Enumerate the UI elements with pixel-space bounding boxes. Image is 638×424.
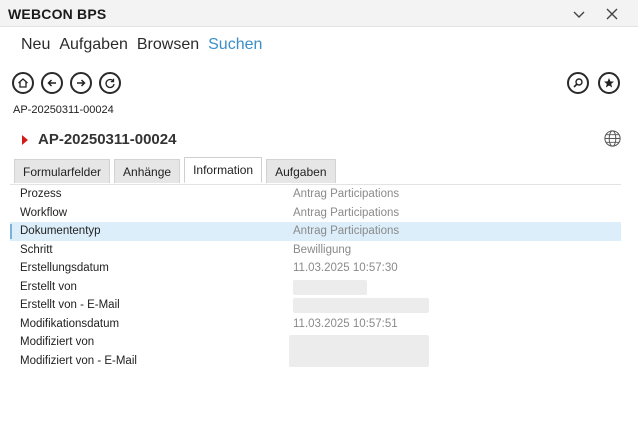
- row-label: Prozess: [20, 188, 62, 201]
- info-row-modifiziert-von[interactable]: Modifiziert von: [10, 333, 621, 367]
- close-button[interactable]: [601, 3, 623, 25]
- info-row-erstellt-von-email[interactable]: Erstellt von - E-Mail: [10, 296, 621, 315]
- info-row-dokumententyp[interactable]: Dokumententyp Antrag Participations: [10, 222, 621, 241]
- close-icon: [606, 8, 618, 20]
- home-icon: [18, 78, 28, 88]
- refresh-button[interactable]: [99, 72, 121, 94]
- right-toolbar: [567, 72, 620, 94]
- tab-bar: Formularfelder Anhänge Information Aufga…: [14, 157, 336, 183]
- menu-item-aufgaben[interactable]: Aufgaben: [59, 36, 128, 54]
- menu-item-browsen[interactable]: Browsen: [137, 36, 199, 54]
- tab-information[interactable]: Information: [184, 157, 263, 183]
- document-title: AP-20250311-00024: [38, 131, 177, 148]
- tab-aufgaben[interactable]: Aufgaben: [266, 159, 336, 183]
- row-value: Antrag Participations: [293, 225, 400, 238]
- content-area: Neu Aufgaben Browsen Suchen AP-20250311-…: [0, 27, 638, 424]
- title-bar: WEBCON BPS: [0, 0, 638, 27]
- row-value: Bewilligung: [293, 243, 352, 256]
- favorite-button[interactable]: [598, 72, 620, 94]
- info-row-modifikationsdatum[interactable]: Modifikationsdatum 11.03.2025 10:57:51: [10, 315, 621, 334]
- row-value: 11.03.2025 10:57:51: [293, 317, 398, 330]
- tab-anhaenge[interactable]: Anhänge: [114, 159, 181, 183]
- row-label: Erstellt von: [20, 280, 77, 293]
- refresh-icon: [105, 78, 115, 89]
- info-row-prozess[interactable]: Prozess Antrag Participations: [10, 185, 621, 204]
- row-label: Workflow: [20, 206, 68, 219]
- row-label: Modifikationsdatum: [20, 317, 120, 330]
- row-value: Antrag Participations: [293, 206, 400, 219]
- row-value: Antrag Participations: [293, 188, 400, 201]
- info-row-modifiziert-von-email[interactable]: Modifiziert von - E-Mail: [10, 352, 621, 371]
- app-title: WEBCON BPS: [8, 6, 107, 22]
- tab-formularfelder[interactable]: Formularfelder: [14, 159, 111, 183]
- forward-icon: [77, 79, 86, 87]
- information-grid: Prozess Antrag Participations Workflow A…: [10, 184, 621, 424]
- redacted-value: [293, 298, 429, 313]
- minimize-button[interactable]: [568, 3, 590, 25]
- main-menu: Neu Aufgaben Browsen Suchen: [21, 36, 271, 54]
- redacted-value: [293, 279, 367, 295]
- triangle-right-icon[interactable]: [22, 134, 28, 145]
- search-button[interactable]: [567, 72, 589, 94]
- row-label: Erstellt von - E-Mail: [20, 299, 120, 312]
- star-icon: [604, 78, 614, 88]
- back-button[interactable]: [41, 72, 63, 94]
- info-row-erstellungsdatum[interactable]: Erstellungsdatum 11.03.2025 10:57:30: [10, 259, 621, 278]
- document-header: AP-20250311-00024: [22, 131, 176, 148]
- row-label: Modifiziert von - E-Mail: [20, 354, 137, 367]
- row-value: 11.03.2025 10:57:30: [293, 262, 398, 275]
- nav-toolbar: [12, 72, 121, 94]
- search-icon: [573, 78, 583, 88]
- row-label: Modifiziert von: [20, 336, 95, 349]
- row-label: Dokumententyp: [20, 225, 101, 238]
- row-label: Schritt: [20, 243, 53, 256]
- breadcrumb: AP-20250311-00024: [13, 104, 114, 116]
- chevron-down-icon: [573, 11, 585, 18]
- forward-button[interactable]: [70, 72, 92, 94]
- menu-item-suchen[interactable]: Suchen: [208, 36, 262, 54]
- info-row-schritt[interactable]: Schritt Bewilligung: [10, 241, 621, 260]
- row-label: Erstellungsdatum: [20, 262, 109, 275]
- back-icon: [47, 79, 56, 87]
- info-row-workflow[interactable]: Workflow Antrag Participations: [10, 204, 621, 223]
- menu-item-neu[interactable]: Neu: [21, 36, 50, 54]
- info-row-erstellt-von[interactable]: Erstellt von: [10, 278, 621, 297]
- home-button[interactable]: [12, 72, 34, 94]
- globe-icon[interactable]: [603, 129, 622, 148]
